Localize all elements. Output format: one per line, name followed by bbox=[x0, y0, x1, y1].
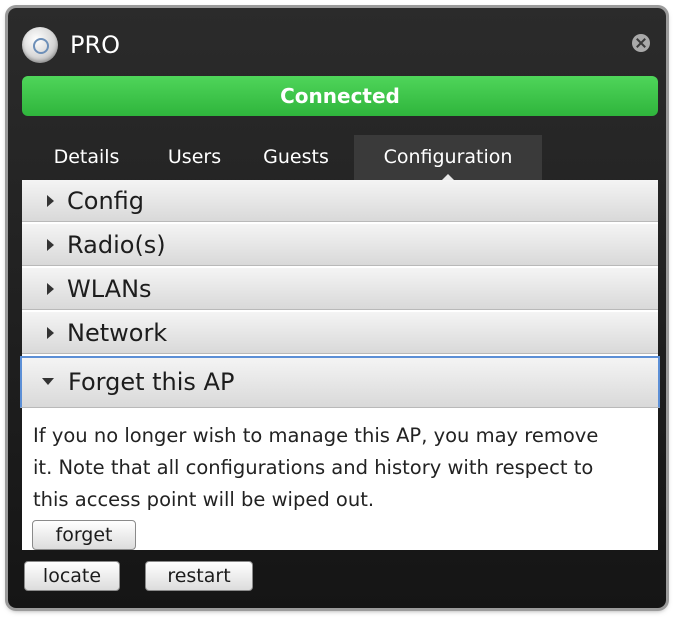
expand-arrow-icon bbox=[47, 327, 54, 339]
tab-bar: Details Users Guests Configuration bbox=[22, 135, 658, 181]
expand-arrow-icon bbox=[47, 283, 54, 295]
access-point-icon-ring bbox=[33, 38, 49, 54]
access-point-icon bbox=[22, 27, 58, 63]
description-line: this access point will be wiped out. bbox=[33, 488, 375, 511]
section-label: Network bbox=[67, 319, 168, 347]
tab-users[interactable]: Users bbox=[151, 135, 238, 180]
collapse-arrow-icon bbox=[42, 378, 54, 385]
description-line: If you no longer wish to manage this AP,… bbox=[33, 424, 599, 447]
description-line: it. Note that all configurations and his… bbox=[33, 456, 594, 479]
forget-button[interactable]: forget bbox=[32, 520, 136, 550]
tab-guests[interactable]: Guests bbox=[238, 135, 354, 180]
forget-ap-description: If you no longer wish to manage this AP,… bbox=[22, 412, 658, 516]
expand-arrow-icon bbox=[47, 239, 54, 251]
window-title: PRO bbox=[70, 31, 121, 59]
restart-button[interactable]: restart bbox=[145, 561, 253, 591]
tab-details[interactable]: Details bbox=[22, 135, 151, 180]
section-label: Config bbox=[67, 187, 145, 215]
section-radios[interactable]: Radio(s) bbox=[22, 224, 658, 266]
connection-status-bar: Connected bbox=[22, 76, 658, 116]
section-label: WLANs bbox=[67, 275, 152, 303]
tab-configuration[interactable]: Configuration bbox=[354, 135, 542, 181]
expand-arrow-icon bbox=[47, 195, 54, 207]
section-label: Forget this AP bbox=[68, 368, 235, 396]
section-wlans[interactable]: WLANs bbox=[22, 268, 658, 310]
section-network[interactable]: Network bbox=[22, 312, 658, 354]
section-config[interactable]: Config bbox=[22, 180, 658, 222]
configuration-panel: Config Radio(s) WLANs Network Forget thi… bbox=[20, 180, 660, 550]
section-forget-this-ap[interactable]: Forget this AP bbox=[20, 356, 660, 408]
close-icon[interactable] bbox=[632, 34, 650, 52]
section-label: Radio(s) bbox=[67, 231, 166, 259]
locate-button[interactable]: locate bbox=[24, 561, 120, 591]
ap-detail-window: PRO Connected Details Users Guests Confi… bbox=[8, 8, 666, 608]
